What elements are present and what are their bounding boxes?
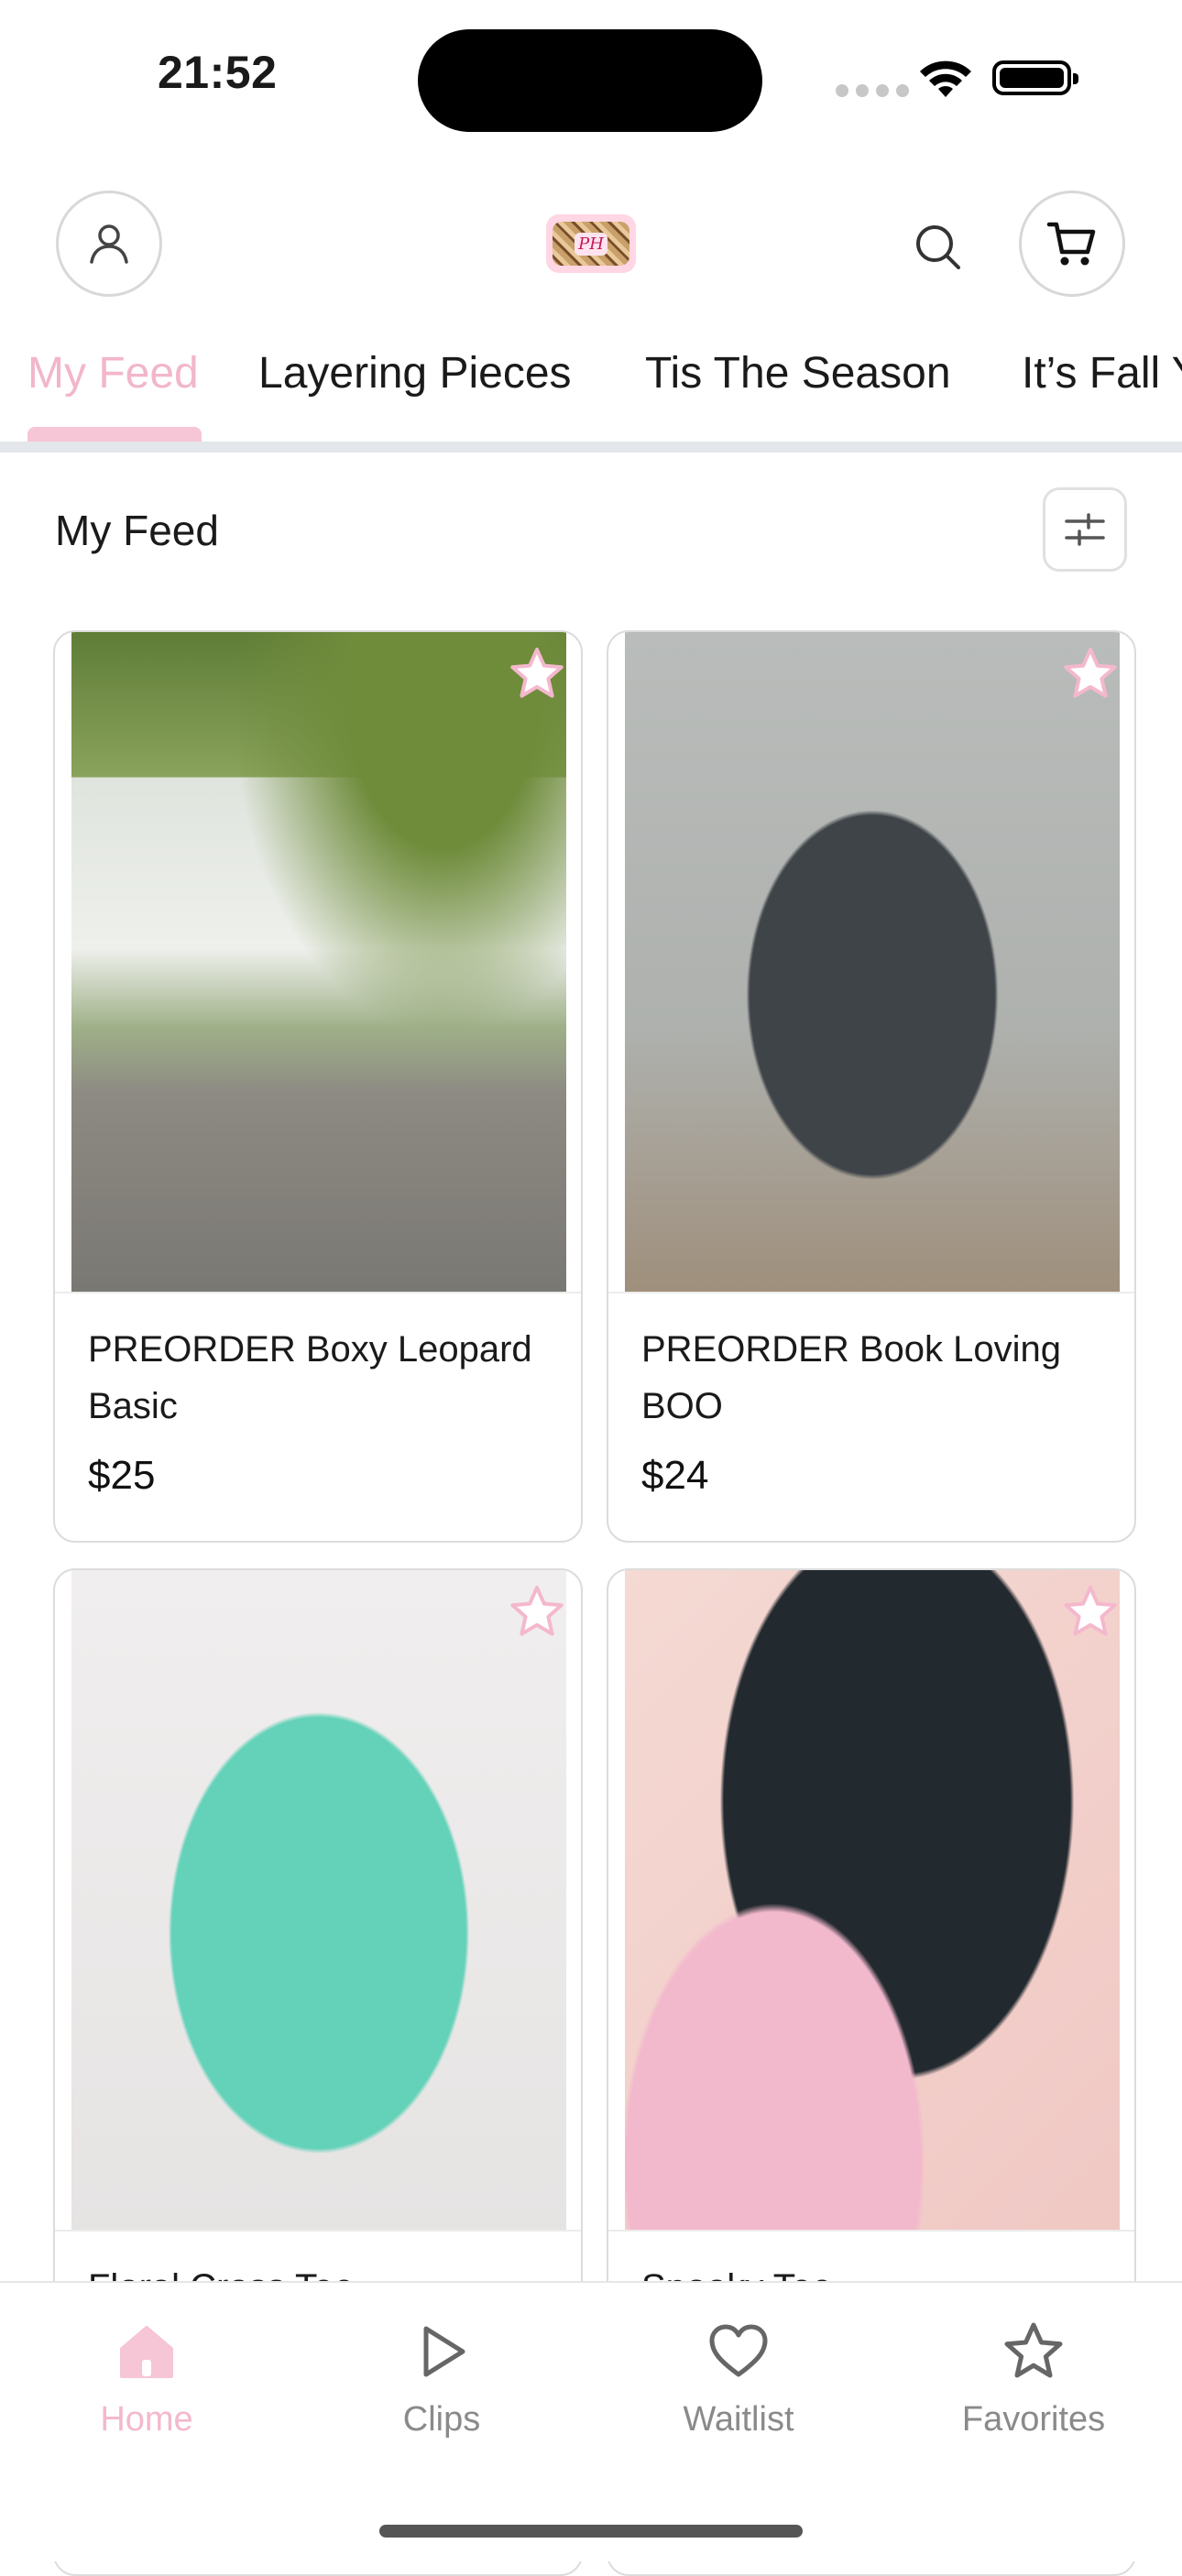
battery-icon xyxy=(992,60,1078,95)
product-name: PREORDER Book Loving BOO xyxy=(641,1329,1061,1426)
product-image xyxy=(625,632,1120,1292)
nav-waitlist-label: Waitlist xyxy=(683,2400,794,2439)
card-divider xyxy=(608,1292,1134,1293)
bottom-tab-bar: Home Clips Waitlist Favorites xyxy=(0,2281,1182,2561)
product-name: PREORDER Boxy Leopard Basic xyxy=(88,1329,532,1426)
favorite-star-icon[interactable] xyxy=(1061,645,1120,704)
active-tab-indicator xyxy=(27,427,202,442)
card-divider xyxy=(55,2230,581,2232)
logo-mark: PH xyxy=(575,232,607,256)
tab-its-fall[interactable]: It’s Fall Y xyxy=(1022,348,1182,398)
user-icon xyxy=(90,224,128,264)
sliders-icon xyxy=(1065,513,1105,546)
product-image xyxy=(71,632,566,1292)
nav-clips[interactable]: Clips xyxy=(332,2319,552,2440)
tab-tis-the-season[interactable]: Tis The Season xyxy=(645,348,951,398)
product-card[interactable]: PREORDER Book Loving BOO $24 xyxy=(607,630,1136,1543)
nav-favorites[interactable]: Favorites xyxy=(924,2319,1144,2440)
status-time: 21:52 xyxy=(158,47,278,98)
brand-logo[interactable]: PH xyxy=(546,214,636,273)
product-image xyxy=(71,1570,566,2230)
card-divider xyxy=(55,1292,581,1293)
play-icon xyxy=(423,2326,465,2377)
tab-my-feed[interactable]: My Feed xyxy=(27,348,199,398)
dynamic-island xyxy=(418,29,762,132)
nav-clips-label: Clips xyxy=(402,2400,481,2439)
search-icon xyxy=(916,225,960,269)
tabs-divider xyxy=(0,442,1182,453)
home-indicator xyxy=(379,2525,803,2538)
product-price: $24 xyxy=(641,1453,709,1498)
nav-home-label: Home xyxy=(100,2400,193,2439)
nav-waitlist[interactable]: Waitlist xyxy=(629,2319,848,2440)
favorite-star-icon[interactable] xyxy=(508,645,566,704)
product-price: $25 xyxy=(88,1453,156,1498)
wifi-icon xyxy=(916,60,975,105)
nav-home[interactable]: Home xyxy=(37,2319,257,2440)
tab-layering-pieces[interactable]: Layering Pieces xyxy=(258,348,572,398)
cart-button[interactable] xyxy=(1019,191,1125,297)
product-image xyxy=(625,1570,1120,2230)
account-button[interactable] xyxy=(56,191,162,297)
search-button[interactable] xyxy=(907,216,971,280)
product-card[interactable]: PREORDER Boxy Leopard Basic $25 xyxy=(53,630,583,1543)
home-icon xyxy=(120,2326,173,2378)
feed-title: My Feed xyxy=(55,507,219,554)
nav-favorites-label: Favorites xyxy=(961,2400,1106,2439)
card-divider xyxy=(608,2230,1134,2232)
favorite-star-icon[interactable] xyxy=(508,1583,566,1642)
favorite-star-icon[interactable] xyxy=(1061,1583,1120,1642)
cart-icon xyxy=(1046,222,1096,266)
filter-button[interactable] xyxy=(1043,487,1127,572)
cellular-signal-icon xyxy=(836,84,909,97)
heart-icon xyxy=(709,2324,768,2377)
star-icon xyxy=(1004,2322,1063,2378)
